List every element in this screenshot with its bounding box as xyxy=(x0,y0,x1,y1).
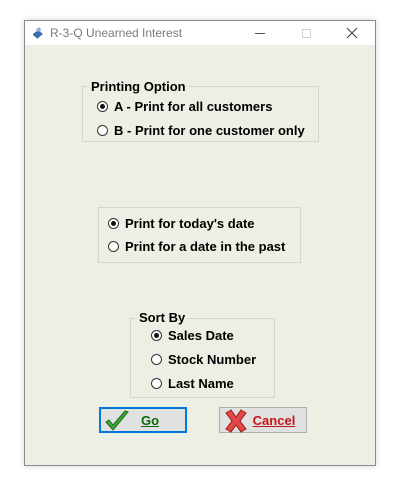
window-title: R-3-Q Unearned Interest xyxy=(50,26,183,40)
title-bar[interactable]: R-3-Q Unearned Interest xyxy=(25,21,375,45)
radio-indicator[interactable] xyxy=(151,354,162,365)
radio-label: Print for today's date xyxy=(125,216,255,231)
radio-label: A - Print for all customers xyxy=(114,99,273,114)
minimize-button[interactable] xyxy=(237,21,283,45)
close-button[interactable] xyxy=(329,21,375,45)
radio-indicator[interactable] xyxy=(108,218,119,229)
radio-past-date[interactable]: Print for a date in the past xyxy=(108,239,285,254)
x-icon xyxy=(225,409,247,433)
radio-indicator[interactable] xyxy=(108,241,119,252)
radio-print-all-customers[interactable]: A - Print for all customers xyxy=(97,99,272,114)
radio-label: Print for a date in the past xyxy=(125,239,286,254)
printing-option-legend: Printing Option xyxy=(89,79,188,94)
radio-label: Sales Date xyxy=(168,328,234,343)
go-button-label: Go xyxy=(140,412,160,428)
radio-indicator[interactable] xyxy=(97,101,108,112)
radio-print-one-customer[interactable]: B - Print for one customer only xyxy=(97,123,305,138)
radio-todays-date[interactable]: Print for today's date xyxy=(108,216,255,231)
sort-by-legend: Sort By xyxy=(137,310,188,325)
close-icon xyxy=(346,27,358,39)
dialog-window: R-3-Q Unearned Interest Printing Option … xyxy=(24,20,376,466)
radio-indicator[interactable] xyxy=(151,330,162,341)
maximize-icon xyxy=(301,28,311,38)
radio-sort-stock-number[interactable]: Stock Number xyxy=(151,352,256,367)
radio-label: Stock Number xyxy=(168,352,257,367)
cancel-button[interactable]: Cancel xyxy=(219,407,307,433)
go-button[interactable]: Go xyxy=(99,407,187,433)
radio-sort-last-name[interactable]: Last Name xyxy=(151,376,234,391)
cancel-button-label: Cancel xyxy=(252,412,296,428)
maximize-button[interactable] xyxy=(283,21,329,45)
app-icon xyxy=(33,27,43,39)
radio-indicator[interactable] xyxy=(97,125,108,136)
radio-indicator[interactable] xyxy=(151,378,162,389)
minimize-icon xyxy=(255,32,265,34)
radio-label: B - Print for one customer only xyxy=(114,123,305,138)
radio-sort-sales-date[interactable]: Sales Date xyxy=(151,328,234,343)
checkmark-icon xyxy=(105,410,129,431)
radio-label: Last Name xyxy=(168,376,234,391)
